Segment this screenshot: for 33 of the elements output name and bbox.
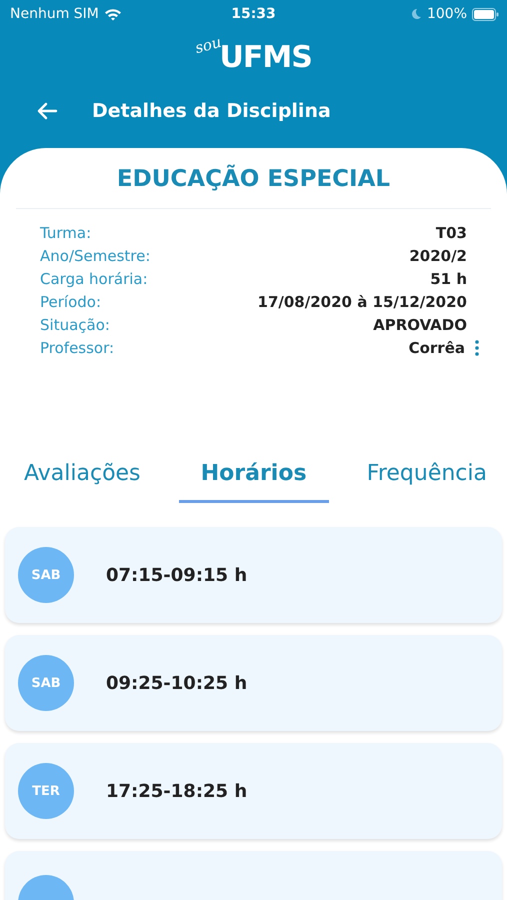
wifi-icon	[104, 8, 122, 20]
detail-label: Carga horária:	[40, 270, 148, 288]
detail-label: Período:	[40, 292, 102, 310]
detail-value: T03	[436, 224, 467, 242]
detail-value: 51 h	[430, 270, 467, 288]
detail-label: Situação:	[40, 316, 110, 334]
battery-icon	[472, 8, 499, 20]
schedule-card[interactable]: SAB 07:15-09:15 h	[5, 527, 502, 623]
time-text: 17:25-18:25 h	[106, 780, 248, 802]
detail-label: Turma:	[40, 224, 92, 242]
detail-value: APROVADO	[373, 316, 467, 334]
clock-text: 15:33	[231, 6, 276, 22]
carrier-text: Nenhum SIM	[10, 6, 99, 22]
tab[interactable]: Avaliações	[16, 455, 149, 503]
detail-label: Ano/Semestre:	[40, 246, 150, 264]
detail-label: Professor:	[40, 338, 114, 356]
tab[interactable]: Frequência	[358, 455, 495, 503]
detail-value: Corrêa	[408, 338, 465, 356]
day-badge: SAB	[18, 655, 74, 711]
schedule-card[interactable]: TER 17:25-18:25 h	[5, 743, 502, 839]
battery-text: 100%	[426, 6, 467, 22]
time-text: 09:25-10:25 h	[106, 672, 248, 694]
more-options-icon[interactable]	[475, 340, 479, 356]
day-badge: SAB	[18, 547, 74, 603]
detail-value: 17/08/2020 à 15/12/2020	[258, 292, 467, 310]
detail-value: 2020/2	[409, 246, 467, 264]
day-badge: TER	[18, 763, 74, 819]
moon-icon	[410, 8, 422, 20]
schedule-card[interactable]: SAB 09:25-10:25 h	[5, 635, 502, 731]
course-title: EDUCAÇÃO ESPECIAL	[116, 166, 392, 192]
time-text: 07:15-09:15 h	[106, 564, 248, 586]
tab[interactable]: Horários	[178, 455, 329, 503]
page-title: Detalhes da Disciplina	[92, 100, 331, 122]
